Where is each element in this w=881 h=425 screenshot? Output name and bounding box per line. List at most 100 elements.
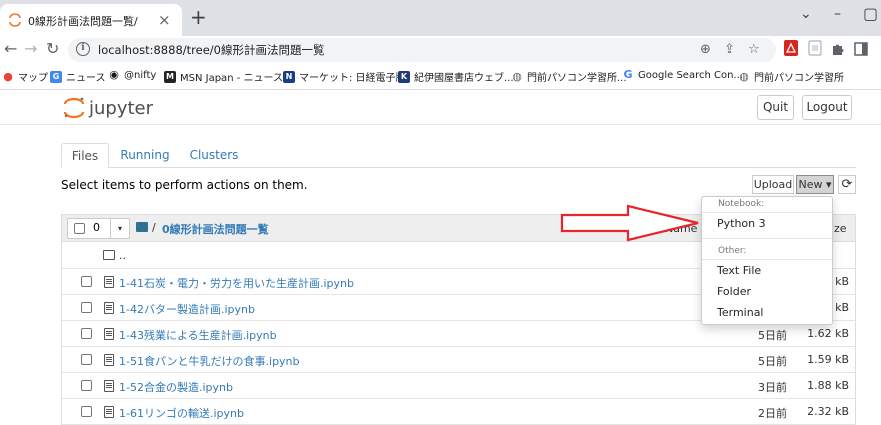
- bookmarks-bar: ● マップ G ニュース ◉ @nifty M MSN Japan - ニュース…: [0, 64, 881, 90]
- bookmark-item[interactable]: N マーケット: 日経電子版: [283, 69, 406, 84]
- tab-close-icon[interactable]: ×: [158, 11, 171, 29]
- breadcrumb-folder-link[interactable]: 0線形計画法問題一覧: [162, 221, 269, 237]
- side-panel-icon[interactable]: [854, 41, 868, 57]
- tab-title: 0線形計画法問題一覧/: [28, 15, 138, 28]
- menu-divider: [702, 238, 832, 239]
- item-size: 1.88 kB: [807, 379, 849, 392]
- item-name[interactable]: 1-61リンゴの輸送.ipynb: [119, 405, 244, 421]
- bookmark-label: マップ: [18, 73, 48, 84]
- extension-page-icon[interactable]: [808, 40, 822, 56]
- jupyter-header: jupyter Quit Logout: [0, 91, 881, 125]
- new-terminal-item[interactable]: Terminal: [717, 306, 764, 319]
- minimize-window-icon[interactable]: –: [834, 6, 841, 22]
- address-bar[interactable]: i localhost:8888/tree/0線形計画法問題一覧 ⊕ ⇪ ☆: [68, 38, 776, 62]
- select-all-checkbox[interactable]: [74, 223, 85, 234]
- refresh-icon[interactable]: ⟳: [838, 175, 856, 194]
- item-modified: 5日前: [758, 329, 787, 342]
- list-item[interactable]: 1-52合金の製造.ipynb 3日前 1.88 kB: [62, 373, 855, 399]
- item-name[interactable]: ..: [119, 249, 126, 262]
- select-all-group[interactable]: 0 ▾: [67, 218, 130, 239]
- breadcrumb-separator: /: [152, 221, 156, 234]
- address-url[interactable]: localhost:8888/tree/0線形計画法問題一覧: [98, 42, 324, 58]
- bookmark-star-icon[interactable]: ☆: [748, 42, 760, 58]
- tab-clusters[interactable]: Clusters: [185, 143, 243, 168]
- bookmark-label: 紀伊國屋書店ウェブ...: [414, 73, 514, 84]
- bookmark-item[interactable]: ● マップ: [2, 69, 48, 84]
- adobe-pdf-extension-icon[interactable]: [784, 40, 798, 56]
- tab-files[interactable]: Files: [61, 143, 109, 169]
- bookmark-label: ニュース: [66, 73, 106, 84]
- notebook-section-header: Notebook:: [718, 199, 765, 209]
- item-name[interactable]: 1-41石炭・電力・労力を用いた生産計画.ipynb: [119, 275, 354, 291]
- item-name[interactable]: 1-42バター製造計画.ipynb: [119, 301, 255, 317]
- bookmark-item[interactable]: ◉ @nifty: [108, 69, 156, 81]
- bookmark-label: 門前パソコン学習所...: [527, 73, 627, 84]
- map-pin-icon: ●: [3, 69, 13, 83]
- new-text-file-item[interactable]: Text File: [717, 264, 761, 277]
- bookmark-label: 門前パソコン学習所: [754, 73, 844, 84]
- globe-icon: ◍: [512, 69, 522, 83]
- tab-running[interactable]: Running: [117, 143, 173, 168]
- bookmark-item[interactable]: ◍ 門前パソコン学習所...: [511, 69, 627, 84]
- share-icon[interactable]: ⇪: [724, 42, 735, 58]
- sort-size-header[interactable]: ze: [834, 222, 847, 235]
- list-item[interactable]: 1-61リンゴの輸送.ipynb 2日前 2.32 kB: [62, 399, 855, 425]
- item-checkbox[interactable]: [81, 406, 92, 417]
- notebook-icon: [104, 328, 114, 340]
- browser-toolbar: ← → ↻ i localhost:8888/tree/0線形計画法問題一覧 ⊕…: [0, 36, 881, 64]
- chevron-down-icon[interactable]: ▾: [110, 219, 129, 238]
- bookmark-item[interactable]: M MSN Japan - ニュース...: [164, 69, 293, 84]
- item-checkbox[interactable]: [81, 328, 92, 339]
- bookmark-item[interactable]: G ニュース: [50, 69, 106, 84]
- selected-count: 0: [93, 221, 100, 234]
- upload-button[interactable]: Upload: [752, 175, 794, 194]
- forward-arrow-icon[interactable]: →: [24, 40, 37, 58]
- jupyter-logo-text: jupyter: [88, 98, 154, 119]
- item-name[interactable]: 1-43残業による生産計画.ipynb: [119, 327, 277, 343]
- new-python3-notebook-item[interactable]: Python 3: [717, 217, 766, 230]
- notebook-icon: [104, 380, 114, 392]
- back-arrow-icon[interactable]: ←: [4, 40, 17, 58]
- other-section-header: Other:: [718, 246, 747, 256]
- menu-dots-icon[interactable]: ⋮: [874, 40, 881, 58]
- list-item[interactable]: 1-51食パンと牛乳だけの食事.ipynb 5日前 1.59 kB: [62, 347, 855, 373]
- notebook-icon: [104, 406, 114, 418]
- nikkei-icon: N: [283, 70, 295, 83]
- bookmark-label: @nifty: [124, 69, 157, 81]
- logout-button[interactable]: Logout: [802, 95, 852, 120]
- item-modified: 5日前: [758, 355, 787, 368]
- item-size: 1.62 kB: [807, 327, 849, 340]
- select-items-message: Select items to perform actions on them.: [61, 178, 308, 192]
- bookmark-item[interactable]: ◍ 門前パソコン学習所: [738, 69, 844, 84]
- reload-icon[interactable]: ↻: [46, 40, 59, 58]
- jupyter-logo[interactable]: jupyter: [62, 95, 162, 121]
- item-checkbox[interactable]: [81, 276, 92, 287]
- item-checkbox[interactable]: [81, 302, 92, 313]
- quit-button[interactable]: Quit: [757, 95, 794, 120]
- globe-icon: ◍: [739, 69, 749, 83]
- tab-search-icon[interactable]: ⌄: [800, 6, 812, 22]
- new-dropdown-button[interactable]: New ▾: [796, 175, 834, 194]
- notebook-icon: [104, 354, 114, 366]
- folder-icon: [103, 250, 115, 260]
- zoom-icon[interactable]: ⊕: [700, 42, 711, 58]
- browser-tab-strip: 0線形計画法問題一覧/ × + ⌄ – ▢: [0, 0, 881, 36]
- jupyter-favicon-icon: [9, 13, 21, 27]
- browser-tab-active[interactable]: 0線形計画法問題一覧/ ×: [0, 4, 182, 36]
- bookmark-item[interactable]: K 紀伊國屋書店ウェブ...: [398, 69, 514, 84]
- site-info-icon[interactable]: i: [76, 42, 90, 56]
- nifty-icon: ◉: [109, 68, 119, 81]
- new-tab-icon[interactable]: +: [190, 7, 207, 27]
- google-icon: G: [623, 68, 633, 81]
- folder-icon[interactable]: [136, 222, 148, 232]
- item-name[interactable]: 1-51食パンと牛乳だけの食事.ipynb: [119, 353, 300, 369]
- item-name[interactable]: 1-52合金の製造.ipynb: [119, 379, 233, 395]
- item-size: 2.32 kB: [807, 405, 849, 418]
- item-checkbox[interactable]: [81, 354, 92, 365]
- restore-window-icon[interactable]: ▢: [863, 6, 878, 22]
- item-checkbox[interactable]: [81, 380, 92, 391]
- new-folder-item[interactable]: Folder: [717, 285, 751, 298]
- bookmark-item[interactable]: G Google Search Con...: [622, 68, 742, 81]
- item-size: kB: [835, 301, 849, 314]
- extensions-puzzle-icon[interactable]: [831, 41, 845, 57]
